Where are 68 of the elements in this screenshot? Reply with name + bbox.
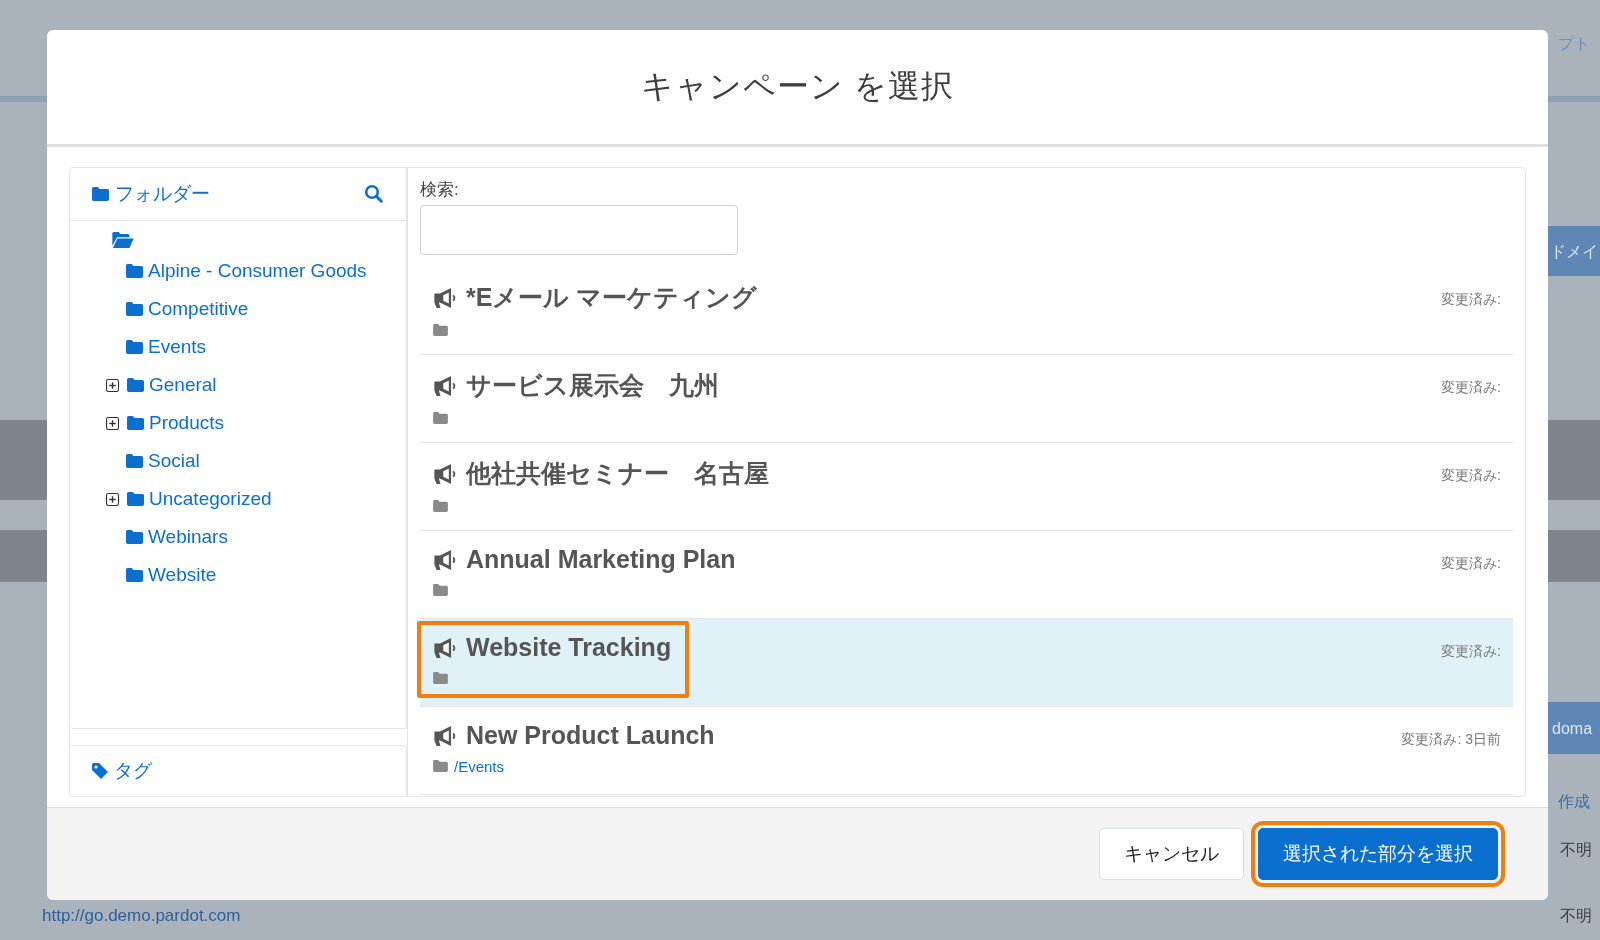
- megaphone-icon: [433, 549, 458, 570]
- folder-link[interactable]: Uncategorized: [149, 488, 272, 509]
- background-text: doma: [1552, 720, 1593, 738]
- expand-toggle[interactable]: [106, 417, 119, 430]
- folder-icon: [92, 187, 109, 201]
- megaphone-icon: [433, 725, 458, 746]
- expand-toggle[interactable]: [106, 493, 119, 506]
- folder-link[interactable]: Events: [148, 336, 207, 357]
- folder-icon: [126, 340, 143, 354]
- folder-icon: [433, 500, 448, 512]
- folder-link[interactable]: Alpine - Consumer Goods: [148, 260, 367, 281]
- modified-date: 変更済み: 3日前: [1401, 731, 1501, 749]
- modified-date: 変更済み:: [1441, 555, 1501, 573]
- folder-link[interactable]: Competitive: [148, 298, 249, 319]
- folder-icon: [433, 324, 448, 336]
- campaign-row[interactable]: *Eメール マーケティング 変更済み:: [420, 267, 1513, 355]
- folder-icon: [127, 416, 144, 430]
- expand-toggle[interactable]: [106, 379, 119, 392]
- modified-date: 変更済み:: [1441, 643, 1501, 661]
- folder-icon: [433, 412, 448, 424]
- campaign-name: New Product Launch: [466, 721, 715, 750]
- campaign-name: *Eメール マーケティング: [466, 282, 758, 313]
- folder-link[interactable]: Webinars: [148, 526, 228, 547]
- dialog-title: キャンペーン を選択: [641, 67, 954, 106]
- cancel-button[interactable]: キャンセル: [1099, 828, 1244, 880]
- folder-link[interactable]: /Events: [454, 757, 505, 775]
- folder-link[interactable]: General: [149, 374, 217, 395]
- folder-icon: [127, 378, 144, 392]
- campaign-row[interactable]: Website Tracking 変更済み:: [420, 619, 1513, 707]
- folder-icon: [433, 672, 448, 684]
- folder-link[interactable]: Website: [148, 564, 217, 585]
- tags-heading[interactable]: タグ: [114, 758, 152, 784]
- background-text: 不明: [1560, 840, 1592, 860]
- modified-date: 変更済み:: [1441, 467, 1501, 485]
- folder-link[interactable]: Social: [148, 450, 200, 471]
- folder-icon: [126, 454, 143, 468]
- background-text: 作成: [1558, 792, 1590, 812]
- campaign-row[interactable]: New Product Launch /Events 変更済み: 3日前: [420, 707, 1513, 795]
- search-field[interactable]: [420, 205, 738, 255]
- campaign-name: Annual Marketing Plan: [466, 545, 736, 574]
- folder-icon: [433, 584, 448, 596]
- campaign-row[interactable]: サービス展示会 九州 変更済み:: [420, 355, 1513, 443]
- folders-heading: フォルダー: [115, 182, 210, 206]
- folder-icon: [433, 760, 448, 772]
- folder-link[interactable]: Products: [149, 412, 224, 433]
- tag-icon: [92, 763, 108, 779]
- background-text: プト: [1558, 34, 1590, 54]
- megaphone-icon: [433, 463, 458, 484]
- folder-icon: [126, 568, 143, 582]
- modified-date: 変更済み:: [1441, 379, 1501, 397]
- campaign-name: 他社共催セミナー 名古屋: [466, 458, 769, 489]
- campaign-name: サービス展示会 九州: [466, 370, 719, 401]
- folder-icon: [126, 530, 143, 544]
- megaphone-icon: [433, 637, 458, 658]
- background-text: ドメイ: [1550, 242, 1598, 262]
- open-folder-icon[interactable]: [112, 232, 134, 248]
- search-icon[interactable]: [364, 184, 384, 204]
- campaign-name: Website Tracking: [466, 633, 672, 662]
- megaphone-icon: [433, 375, 458, 396]
- megaphone-icon: [433, 287, 458, 308]
- folder-icon: [126, 302, 143, 316]
- folder-icon: [127, 492, 144, 506]
- background-text: http://go.demo.pardot.com: [42, 906, 241, 926]
- modified-date: 変更済み:: [1441, 291, 1501, 309]
- search-label: 検索:: [420, 179, 460, 201]
- folder-icon: [126, 264, 143, 278]
- campaign-row[interactable]: 他社共催セミナー 名古屋 変更済み:: [420, 443, 1513, 531]
- background-text: 不明: [1560, 906, 1592, 926]
